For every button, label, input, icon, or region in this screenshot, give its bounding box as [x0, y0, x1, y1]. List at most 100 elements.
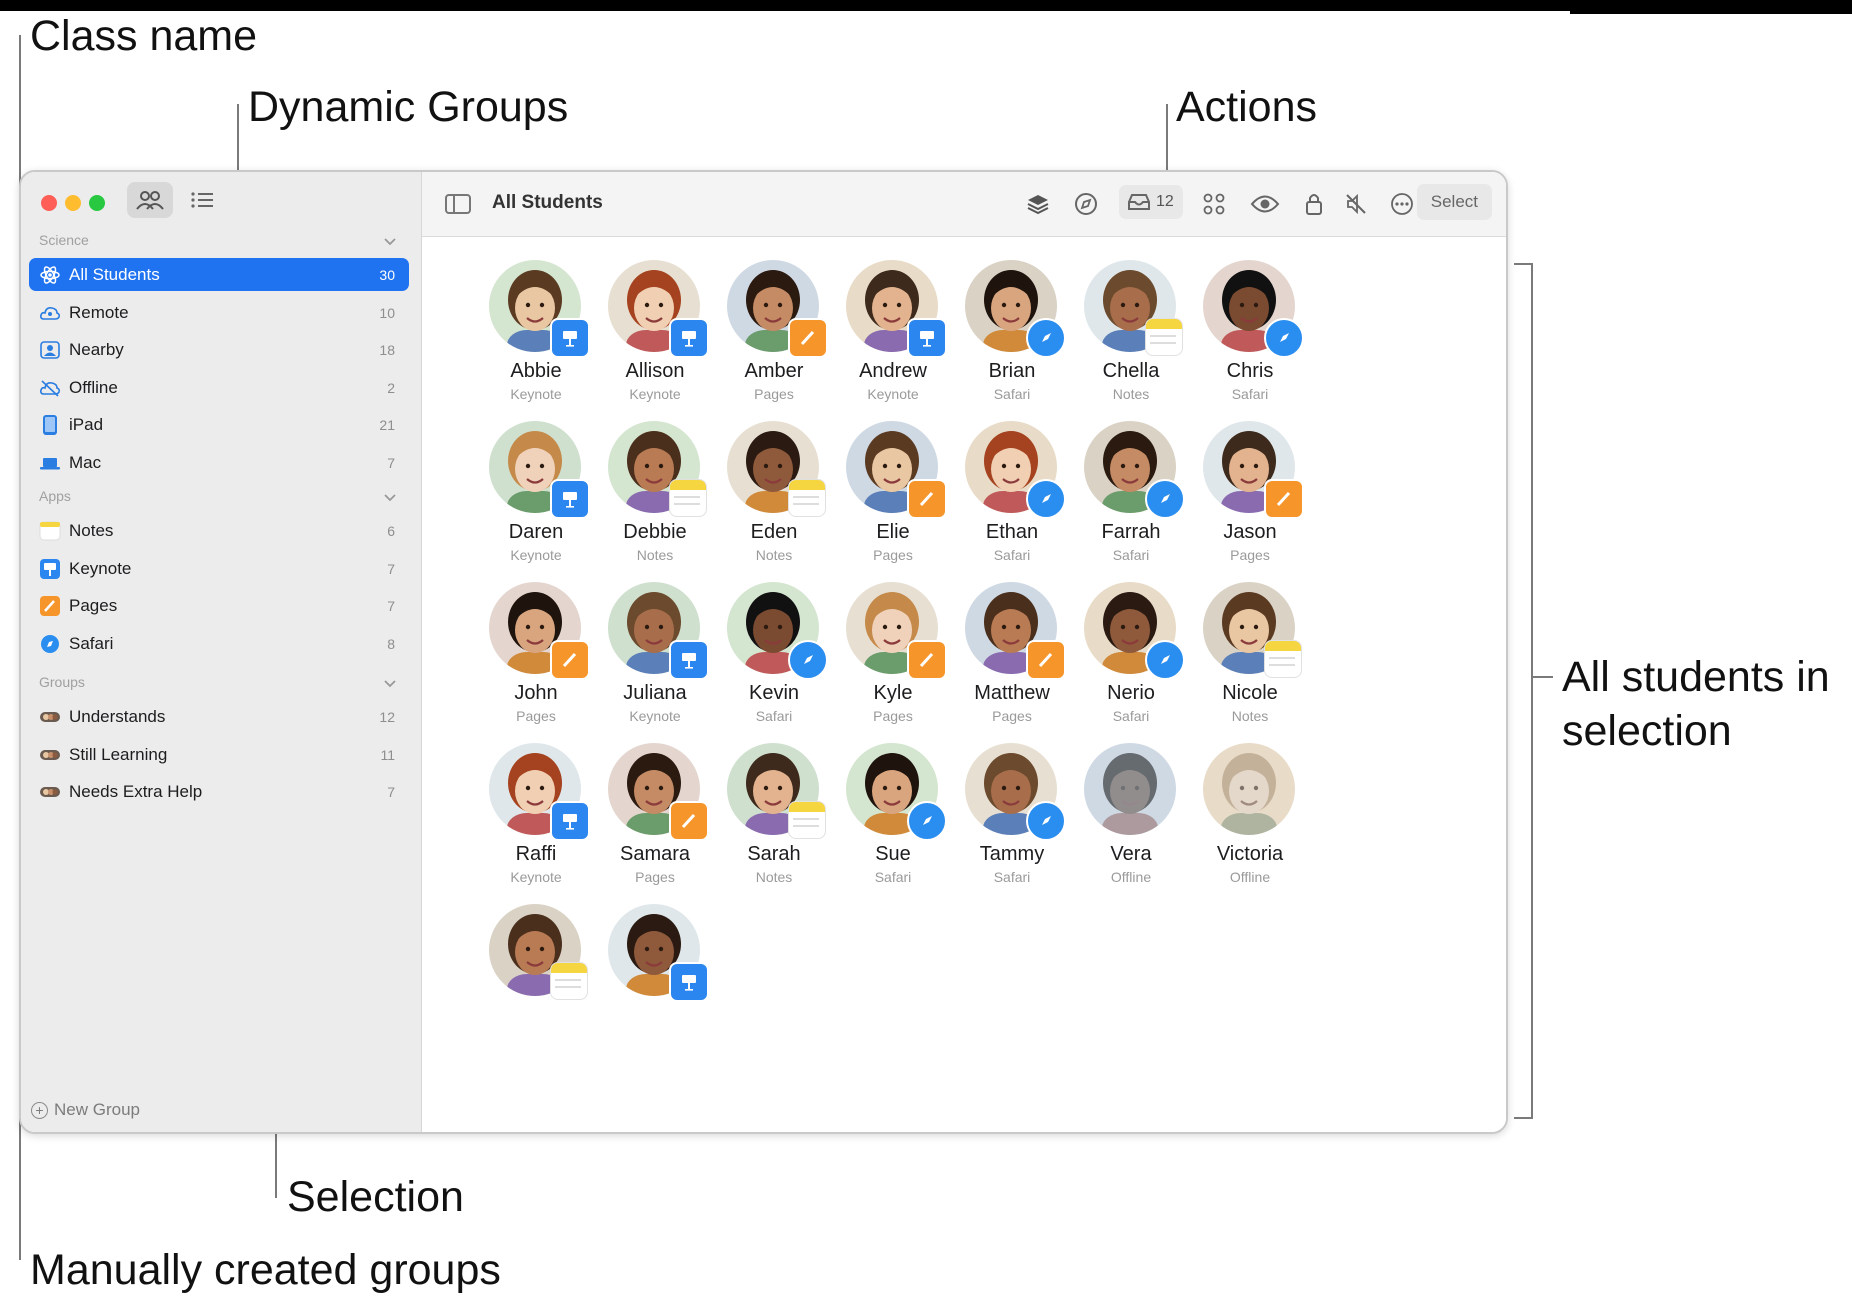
classroom-window: Science All Students 30 Remote 10 Nearby 18 Off…: [19, 170, 1508, 1134]
sidebar-item-pages[interactable]: Pages 7: [29, 589, 409, 622]
chevron-down-icon[interactable]: [383, 234, 397, 248]
keynote-badge-icon: [550, 318, 590, 358]
atom-icon: [39, 265, 61, 285]
apps-grid-button[interactable]: [1200, 190, 1228, 218]
sidebar-item-count: 8: [387, 635, 395, 652]
sidebar-item-label: Offline: [69, 377, 118, 397]
compass-icon: [1075, 193, 1097, 215]
sidebar-item-label: Keynote: [69, 558, 132, 578]
sidebar-item-label: Nearby: [69, 340, 124, 359]
notes-badge-icon: [1264, 640, 1302, 678]
sidebar-item-offline[interactable]: Offline 2: [29, 371, 409, 404]
sidebar-item-count: 7: [387, 784, 395, 800]
student-name: Nicole: [1222, 682, 1278, 704]
new-group-button[interactable]: + New Group: [31, 1100, 140, 1120]
group-icon: [39, 707, 61, 727]
lock-button[interactable]: [1300, 190, 1328, 218]
view-screens-button[interactable]: [1249, 190, 1281, 218]
new-group-label: New Group: [54, 1100, 140, 1119]
toggle-sidebar-button[interactable]: [444, 190, 472, 218]
student-name: Victoria: [1216, 843, 1284, 865]
sidebar-item-nearby[interactable]: Nearby 18: [29, 333, 409, 366]
avatar: [1084, 743, 1176, 835]
notes-badge-icon: [669, 479, 707, 517]
student-card[interactable]: [585, 904, 725, 1084]
sidebar-item-label: Understands: [69, 707, 166, 726]
grid-dots-icon: [1203, 193, 1225, 215]
chevron-down-icon[interactable]: [383, 676, 397, 690]
sidebar-item-keynote[interactable]: Keynote 7: [29, 552, 409, 585]
group-icon: [39, 745, 61, 765]
sidebar-item-ipad[interactable]: iPad 21: [29, 408, 409, 441]
student-app: Pages: [1230, 547, 1270, 563]
grid-view-button[interactable]: [127, 182, 173, 218]
navigate-button[interactable]: [1072, 190, 1100, 218]
more-button[interactable]: [1388, 190, 1416, 218]
list-icon: [191, 192, 213, 208]
inbox-count: 12: [1156, 193, 1174, 210]
sidebar-item-count: 6: [387, 523, 395, 539]
student-app: Notes: [1231, 708, 1269, 724]
speaker-slash-icon: [1346, 193, 1366, 215]
sidebar-item-notes[interactable]: Notes 6: [29, 514, 409, 547]
zoom-window-button[interactable]: [89, 195, 105, 211]
keynote-badge-icon: [550, 801, 590, 841]
sidebar-item-understands[interactable]: Understands 12: [29, 700, 409, 733]
sidebar-item-label: All Students: [69, 265, 160, 284]
tray-icon: [1128, 194, 1150, 210]
keynote-app-icon: [39, 558, 61, 579]
plus-circle-icon: +: [31, 1102, 48, 1119]
select-button[interactable]: Select: [1416, 184, 1492, 220]
sidebar-item-needs-extra-help[interactable]: Needs Extra Help 7: [29, 775, 409, 808]
layers-button[interactable]: [1024, 190, 1052, 218]
pages-badge-icon: [907, 479, 947, 519]
callout-class-name: Class name: [30, 12, 258, 60]
student-name: Chris: [1226, 360, 1274, 382]
close-window-button[interactable]: [41, 195, 57, 211]
cloud-person-icon: [39, 303, 61, 323]
mute-button[interactable]: [1342, 190, 1370, 218]
safari-badge-icon: [1026, 801, 1066, 841]
sidebar-item-count: 7: [387, 598, 395, 614]
sidebar-item-still-learning[interactable]: Still Learning 11: [29, 738, 409, 771]
student-card-victoria[interactable]: Victoria Offline: [1180, 743, 1320, 923]
notes-badge-icon: [788, 801, 826, 839]
sidebar-icon: [445, 194, 471, 214]
safari-badge-icon: [1026, 479, 1066, 519]
student-card-chris[interactable]: Chris Safari: [1180, 260, 1320, 440]
keynote-badge-icon: [907, 318, 947, 358]
pages-badge-icon: [1264, 479, 1304, 519]
sidebar: Science All Students 30 Remote 10 Nearby 18 Off…: [21, 172, 422, 1132]
notes-app-icon: [39, 521, 61, 541]
student-card-jason[interactable]: Jason Pages: [1180, 421, 1320, 601]
sidebar-item-label: iPad: [69, 415, 104, 434]
sidebar-item-label: Safari: [69, 633, 114, 653]
ipad-icon: [39, 415, 61, 435]
callout-selection: Selection: [287, 1173, 464, 1221]
group-icon: [39, 782, 61, 802]
laptop-icon: [39, 453, 61, 473]
list-view-button[interactable]: [179, 182, 225, 218]
sidebar-item-safari[interactable]: Safari 8: [29, 627, 409, 660]
avatar: [1203, 743, 1295, 835]
chevron-down-icon[interactable]: [383, 490, 397, 504]
pages-app-icon: [39, 596, 61, 616]
sidebar-item-label: Still Learning: [69, 744, 168, 764]
inbox-button[interactable]: 12: [1119, 185, 1183, 219]
sidebar-item-label: Needs Extra Help: [69, 782, 203, 801]
sidebar-item-remote[interactable]: Remote 10: [29, 296, 409, 329]
notes-badge-icon: [550, 962, 588, 1000]
sidebar-item-mac[interactable]: Mac 7: [29, 446, 409, 479]
safari-badge-icon: [1264, 318, 1304, 358]
cloud-slash-icon: [39, 378, 61, 398]
toolbar: All Students 12 Select: [422, 172, 1506, 237]
pages-badge-icon: [1026, 640, 1066, 680]
sidebar-item-all-students[interactable]: All Students 30: [29, 258, 409, 291]
keynote-badge-icon: [550, 479, 590, 519]
notes-badge-icon: [1145, 318, 1183, 356]
sidebar-item-count: 2: [387, 379, 395, 396]
main-content: All Students 12 Select Abbie Keynote All…: [422, 172, 1506, 1132]
sidebar-item-label: Pages: [69, 596, 118, 615]
student-card-nicole[interactable]: Nicole Notes: [1180, 582, 1320, 762]
minimize-window-button[interactable]: [65, 195, 81, 211]
